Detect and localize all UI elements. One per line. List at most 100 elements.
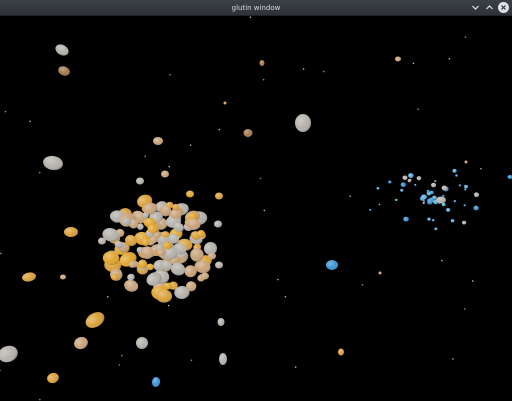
asteroid-shading	[480, 167, 482, 170]
asteroid-shading	[445, 207, 451, 212]
asteroid-shading	[190, 359, 193, 362]
asteroid-shading	[294, 366, 297, 368]
asteroid-shading	[164, 282, 172, 290]
asteroid-shading	[427, 217, 431, 221]
asteroid-shading	[215, 192, 223, 200]
asteroid-shading	[38, 171, 41, 174]
asteroid-shading	[434, 180, 437, 183]
asteroid-shading	[361, 283, 364, 286]
asteroid-shading	[55, 44, 69, 56]
asteroid-shading	[43, 155, 63, 171]
asteroid-shading	[215, 261, 223, 269]
asteroid-shading	[462, 220, 467, 225]
asteroid-shading	[121, 354, 123, 357]
asteroid-shading	[427, 199, 433, 204]
asteroid-shading	[189, 144, 192, 146]
asteroid-shading	[127, 273, 135, 281]
asteroid-shading	[388, 180, 392, 184]
asteroid-shading	[463, 204, 466, 207]
app-window: glutin window	[0, 0, 512, 401]
asteroid-shading	[349, 195, 351, 197]
asteroid-shading	[218, 128, 221, 131]
asteroid-shading	[464, 160, 468, 164]
asteroid-shading	[448, 57, 451, 60]
asteroid-shading	[107, 296, 109, 298]
asteroid-shading	[161, 170, 169, 178]
window-title: glutin window	[231, 4, 281, 12]
asteroid-shading	[302, 68, 305, 70]
asteroid-shading	[186, 190, 194, 198]
asteroid-shading	[408, 178, 412, 182]
asteroid-shading	[243, 129, 253, 137]
asteroid-shading	[167, 304, 170, 307]
asteroid-shading	[249, 16, 252, 18]
asteroid-shading	[262, 78, 265, 81]
asteroid-shading	[471, 280, 474, 282]
close-button[interactable]	[498, 2, 509, 13]
asteroid-shading	[58, 66, 70, 76]
asteroid-shading	[208, 252, 216, 260]
title-bar[interactable]: glutin window	[0, 0, 512, 16]
asteroid-shading	[168, 165, 171, 168]
minimize-button[interactable]	[470, 2, 481, 13]
render-viewport[interactable]	[0, 16, 512, 401]
asteroid-shading	[473, 205, 479, 211]
asteroid-shading	[441, 185, 448, 191]
asteroid-shading	[378, 271, 382, 275]
asteroid-shading	[422, 201, 425, 205]
asteroid-shading	[136, 337, 148, 349]
asteroid-shading	[473, 192, 480, 198]
asteroid-shading	[426, 189, 430, 193]
asteroid-shading	[0, 369, 1, 372]
asteroid-shading	[217, 318, 225, 326]
asteroid-shading	[408, 173, 414, 179]
asteroid-shading	[403, 216, 409, 222]
asteroid-shading	[153, 137, 163, 145]
asteroid-shading	[259, 60, 265, 66]
asteroid-shading	[395, 56, 401, 62]
asteroid-shading	[402, 175, 408, 181]
asteroid-shading	[453, 200, 457, 203]
asteroid-shading	[85, 312, 105, 328]
asteroid-shading	[64, 227, 78, 237]
asteroid-shading	[441, 259, 443, 262]
asteroid-shading	[464, 188, 467, 191]
asteroid-shading	[414, 183, 417, 186]
asteroid-shading	[74, 336, 88, 350]
asteroid-shading	[400, 188, 404, 192]
asteroid-shading	[219, 353, 227, 365]
asteroid-shading	[431, 182, 437, 188]
asteroid-shading	[464, 184, 468, 189]
asteroid-shading	[412, 62, 415, 65]
asteroid-shading	[223, 101, 227, 105]
asteroid-shading	[118, 364, 121, 366]
asteroid-shading	[507, 175, 512, 179]
asteroid-shading	[98, 237, 106, 245]
asteroid-shading	[0, 345, 18, 363]
asteroid-shading	[326, 260, 338, 270]
chevron-down-icon	[471, 3, 480, 12]
maximize-button[interactable]	[484, 2, 495, 13]
asteroid-shading	[259, 177, 262, 180]
asteroid-shading	[47, 372, 59, 384]
asteroid-shading	[434, 227, 438, 231]
asteroid-shading	[338, 348, 344, 356]
asteroid-shading	[416, 176, 422, 181]
asteroid-shading	[452, 358, 454, 360]
asteroid-shading	[369, 208, 372, 211]
asteroid-shading	[214, 220, 222, 228]
asteroid-shading	[144, 155, 147, 158]
asteroid-shading	[201, 272, 209, 280]
asteroid-shading	[322, 70, 325, 73]
asteroid-shading	[421, 194, 427, 200]
asteroid-shading	[111, 273, 119, 281]
close-icon	[500, 4, 507, 11]
asteroid-shading	[417, 108, 419, 110]
asteroid-scene	[0, 16, 512, 401]
asteroid-shading	[277, 278, 279, 281]
asteroid-shading	[0, 252, 2, 255]
asteroid-shading	[169, 73, 171, 76]
asteroid-shading	[452, 168, 457, 173]
asteroid-shading	[394, 198, 398, 202]
asteroid-shading	[400, 182, 406, 188]
